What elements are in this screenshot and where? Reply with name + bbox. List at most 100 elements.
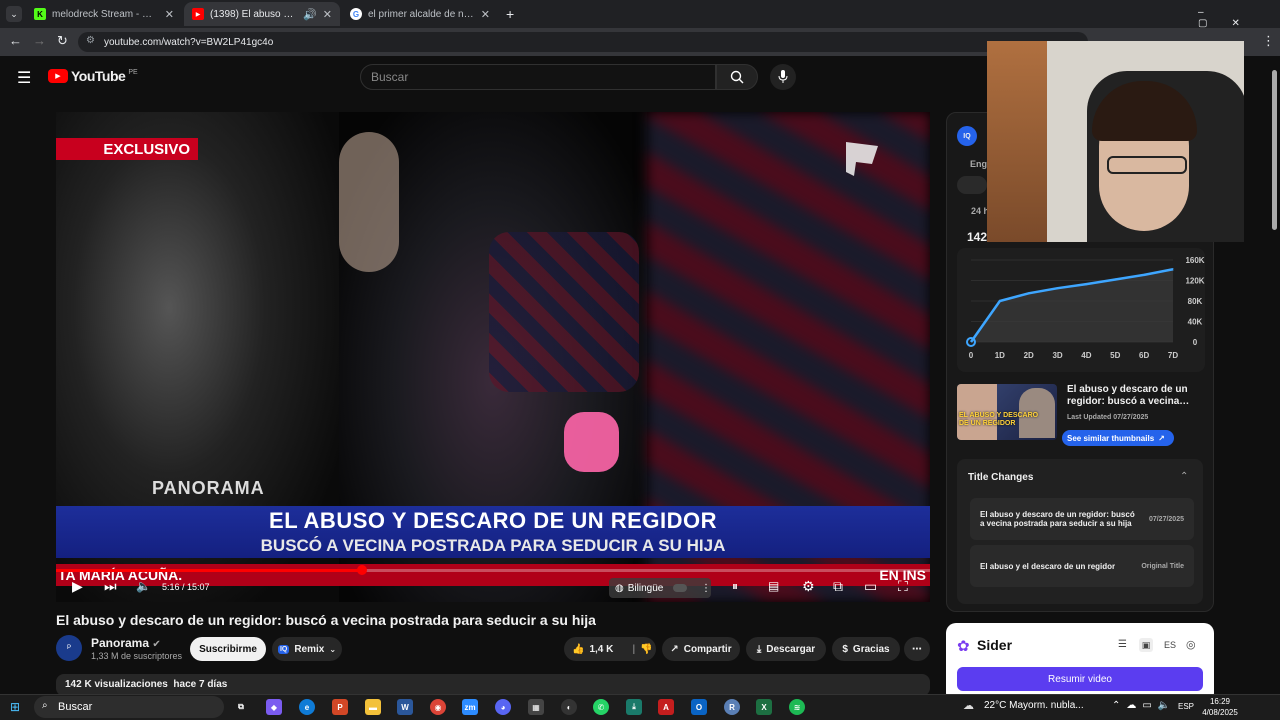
settings-icon[interactable]: ⚙ (802, 578, 815, 595)
new-tab-icon[interactable]: + (506, 6, 514, 22)
download-button[interactable]: ⤓ Descargar (746, 637, 826, 661)
reload-icon[interactable]: ↻ (57, 33, 68, 49)
divider: | (632, 643, 636, 655)
sider-settings-icon[interactable]: ◎ (1186, 638, 1196, 651)
window-controls[interactable]: –▢✕ (1198, 7, 1280, 29)
file-explorer-icon[interactable]: ▬ (365, 699, 381, 715)
autoplay-toggle-icon[interactable]: ⏸ (732, 579, 738, 594)
chevron-down-icon: ⌄ (329, 644, 337, 654)
r-app-icon[interactable]: R (724, 699, 740, 715)
video-thumbnail[interactable]: EL ABUSO Y DESCARO DE UN REGIDOR (957, 384, 1057, 440)
like-count[interactable]: 1,4 K (589, 644, 613, 655)
powerpoint-icon[interactable]: P (332, 699, 348, 715)
period-toggle[interactable] (957, 176, 987, 194)
chart-y-tick: 0 (1193, 338, 1198, 347)
remix-button[interactable]: IQ Remix ⌄ (272, 637, 342, 661)
chart-x-tick: 7D (1168, 351, 1178, 360)
search-button[interactable] (716, 64, 758, 90)
site-info-icon[interactable]: ⚙ (86, 35, 95, 46)
next-icon[interactable]: ⏭ (104, 578, 117, 595)
copilot-icon[interactable]: ◆ (266, 699, 282, 715)
more-actions-icon[interactable]: ⋯ (904, 637, 930, 661)
url-bar[interactable]: ⚙ youtube.com/watch?v=BW2LP41gc4o (78, 32, 1088, 52)
chevron-up-icon[interactable]: ⌃ (1180, 471, 1188, 482)
tab-melodreck[interactable]: K melodreck Stream - Watch Live ✕ (26, 2, 182, 26)
video-player[interactable]: EXCLUSIVO PANORAMA EL ABUSO Y DESCARO DE… (56, 112, 930, 602)
volume-icon[interactable]: 🔈 (136, 579, 151, 593)
scrollbar-thumb[interactable] (1272, 70, 1277, 230)
page-scrollbar[interactable] (1270, 60, 1280, 694)
chart-x-tick: 4D (1081, 351, 1091, 360)
thanks-button[interactable]: $ Gracias (832, 637, 900, 661)
store-icon[interactable]: ▦ (528, 699, 544, 715)
sider-logo-icon: ✿ (957, 638, 970, 655)
outlook-icon[interactable]: O (691, 699, 707, 715)
views-chart: 160K 120K 80K 40K 0 0 1D 2D 3D 4D 5D 6D 7D (966, 256, 1205, 360)
browser-menu-icon[interactable]: ⋮ (1262, 33, 1275, 49)
discord-icon[interactable]: ◕ (495, 699, 511, 715)
whatsapp-icon[interactable]: ✆ (593, 699, 609, 715)
face-blur (339, 132, 399, 272)
like-icon[interactable]: 👍 (572, 644, 584, 655)
search-input[interactable]: Buscar (360, 64, 716, 90)
edge-icon[interactable]: e (299, 699, 315, 715)
thumb-overlay-text: EL ABUSO Y DESCARO DE UN REGIDOR (959, 412, 1039, 427)
back-icon[interactable]: ← (9, 33, 22, 48)
excel-icon[interactable]: X (756, 699, 772, 715)
chart-x-tick: 2D (1024, 351, 1034, 360)
hamburger-menu-icon[interactable]: ☰ (17, 68, 31, 88)
forward-icon[interactable]: → (33, 33, 46, 48)
video-mode-icon[interactable]: ▣ (1139, 638, 1153, 652)
list-view-icon[interactable]: ☰ (1118, 639, 1127, 650)
youtube-logo[interactable]: ▶ YouTube PE (48, 68, 138, 84)
progress-bar[interactable] (56, 565, 930, 575)
chrome-icon[interactable]: ◉ (430, 699, 446, 715)
fullscreen-icon[interactable]: ⛶ (898, 578, 908, 595)
taskbar-search[interactable]: ⌕ Buscar (34, 696, 224, 718)
download-app-icon[interactable]: ⤓ (626, 699, 642, 715)
similar-thumbnails-button[interactable]: See similar thumbnails ↗ (1062, 430, 1174, 446)
tab-google-search[interactable]: G el primer alcalde de new york ✕ (342, 2, 498, 26)
news-headline: EL ABUSO Y DESCARO DE UN REGIDOR (269, 508, 717, 533)
sider-language[interactable]: ES (1164, 640, 1176, 650)
share-button[interactable]: ↗ Compartir (662, 637, 740, 661)
task-view-icon[interactable]: ⧉ (233, 699, 249, 715)
tab-close-icon[interactable]: ✕ (165, 8, 174, 21)
acrobat-icon[interactable]: A (658, 699, 674, 715)
summarize-video-button[interactable]: Resumir video (957, 667, 1203, 691)
theater-mode-icon[interactable]: ▭ (864, 578, 877, 595)
subtitles-icon[interactable]: ▤ (768, 579, 779, 593)
more-options-icon[interactable]: ⋮ (701, 583, 711, 594)
audio-icon[interactable]: 🔊 (303, 8, 317, 21)
channel-avatar[interactable]: P (56, 635, 82, 661)
weather-text[interactable]: 22°C Mayorm. nubla... (984, 700, 1084, 711)
dislike-icon[interactable]: 👎 (640, 644, 652, 655)
miniplayer-icon[interactable]: ⧉ (833, 578, 843, 595)
title-change-row[interactable]: El abuso y el descaro de un regidor Orig… (970, 545, 1194, 587)
google-favicon-icon: G (350, 8, 362, 20)
caption-language-button[interactable]: ◍ Bilingüe ⋮ (609, 578, 711, 598)
input-language[interactable]: ESP (1178, 702, 1194, 711)
exclusive-tag: EXCLUSIVO (56, 138, 198, 160)
play-icon[interactable]: ▶ (72, 578, 83, 595)
tab-search-button[interactable]: ⌄ (6, 6, 22, 22)
zoom-icon[interactable]: zm (462, 699, 478, 715)
taskbar-clock[interactable]: 16:29 4/08/2025 (1200, 696, 1240, 718)
system-tray-icons[interactable]: ⌃☁▭🔈 (1112, 700, 1176, 711)
tab-close-icon[interactable]: ✕ (323, 8, 332, 21)
chart-x-tick: 6D (1139, 351, 1149, 360)
caption-toggle[interactable] (673, 584, 687, 592)
obs-icon[interactable]: ◐ (561, 699, 577, 715)
tab-youtube-video[interactable]: ▶ (1398) El abuso y descaro d 🔊 ✕ (184, 2, 340, 26)
word-icon[interactable]: W (397, 699, 413, 715)
windows-start-icon[interactable]: ⊞ (10, 700, 20, 714)
description-box[interactable]: 142 K visualizaciones hace 7 días (56, 674, 930, 696)
spotify-icon[interactable]: ≋ (789, 699, 805, 715)
chart-x-tick: 1D (995, 351, 1005, 360)
thumb-title: El abuso y descaro de un regidor: buscó … (1067, 384, 1190, 407)
channel-name[interactable]: Panorama ✔ (91, 636, 161, 650)
subscribe-button[interactable]: Suscribirme (190, 637, 266, 661)
tab-close-icon[interactable]: ✕ (481, 8, 490, 21)
voice-search-button[interactable] (770, 64, 796, 90)
title-change-row[interactable]: El abuso y descaro de un regidor: buscó … (970, 498, 1194, 540)
